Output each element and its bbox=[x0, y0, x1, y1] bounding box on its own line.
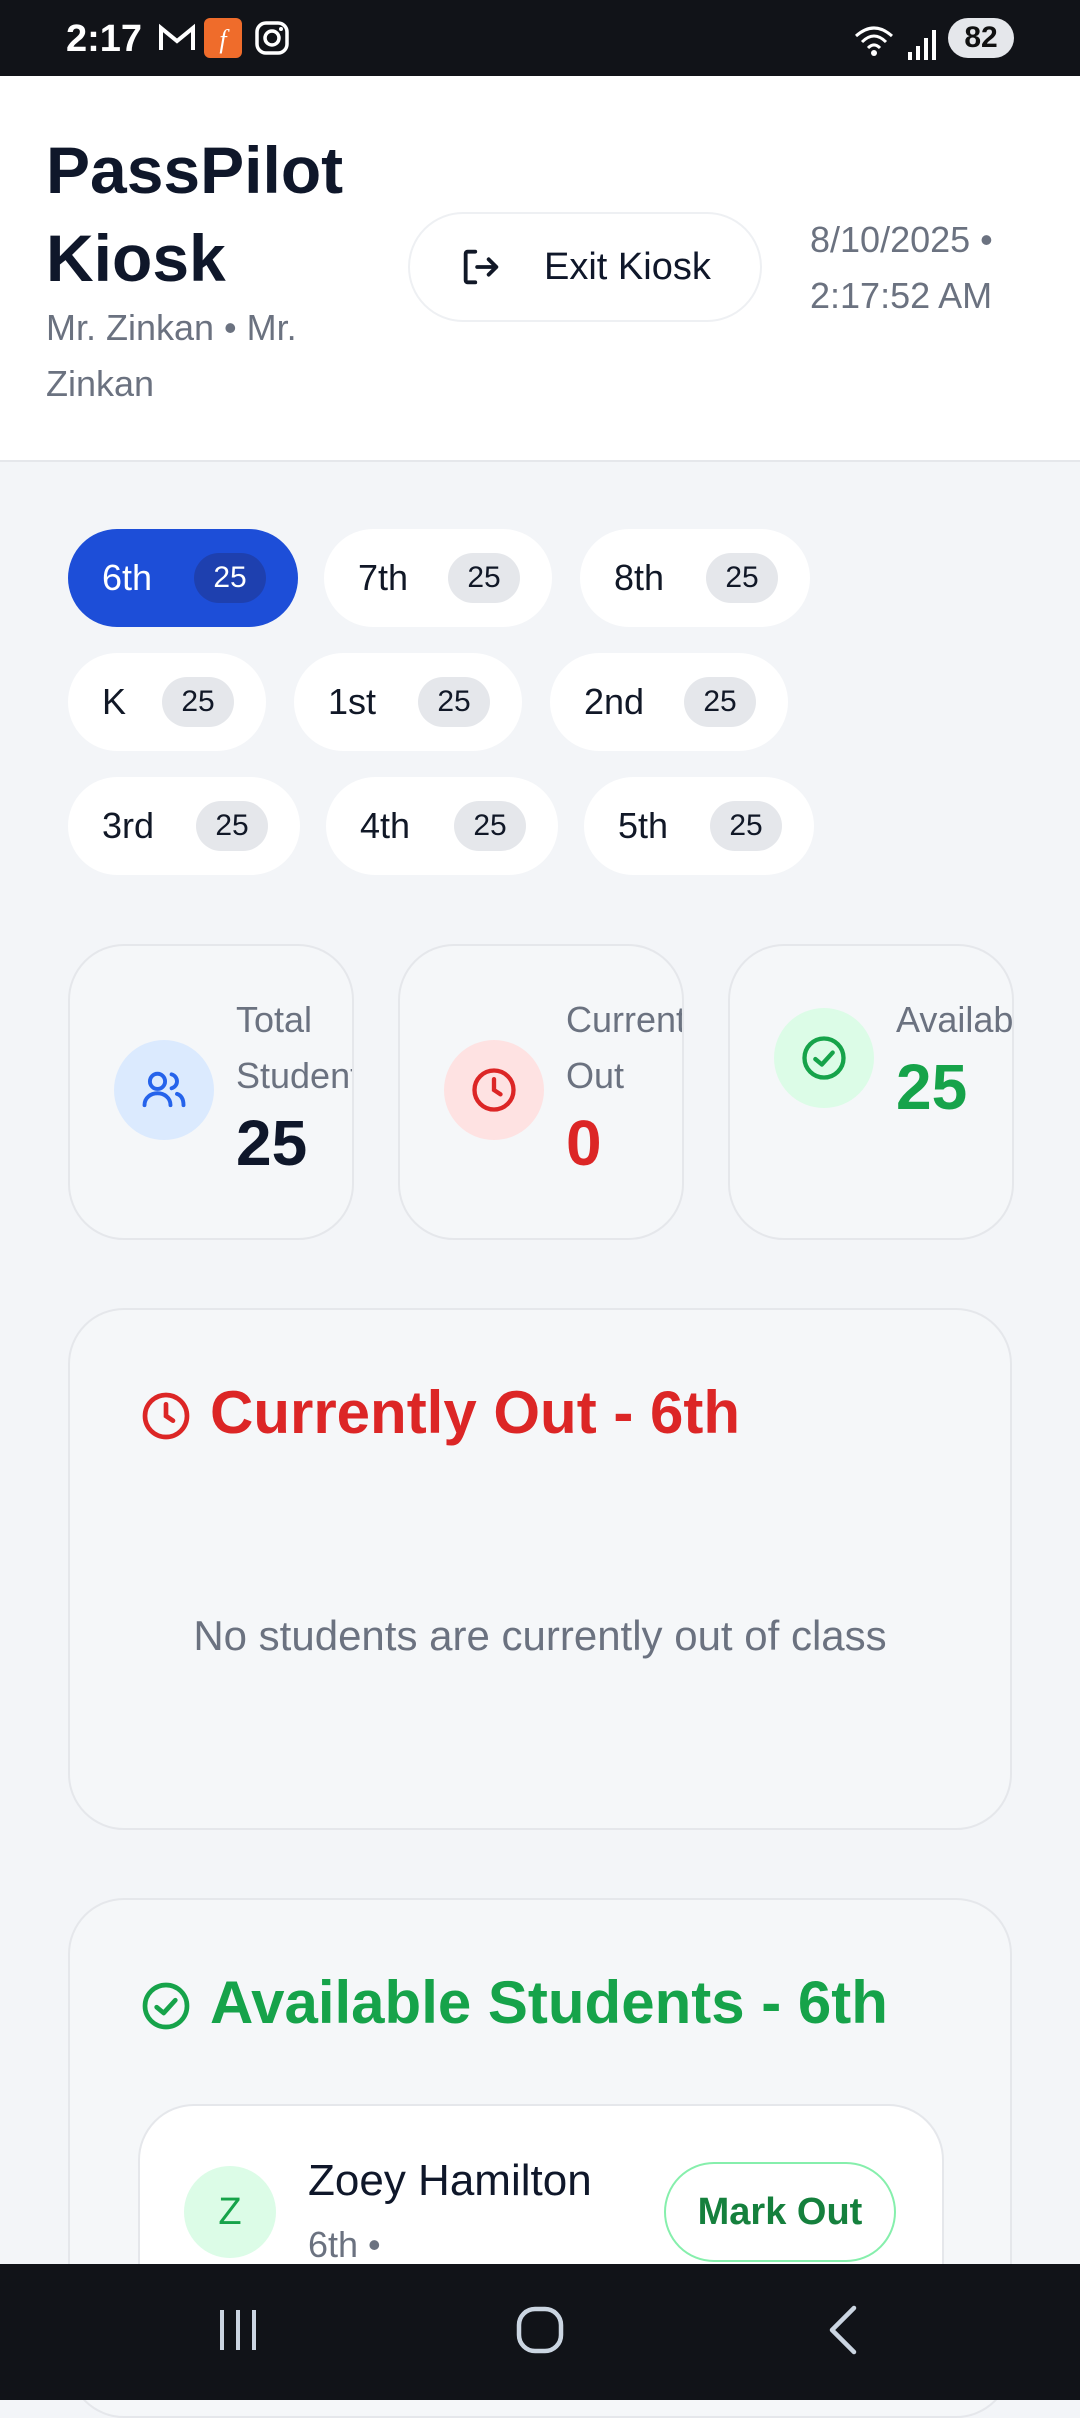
grade-label: 3rd bbox=[102, 805, 155, 846]
status-bar: 2:17 f 82 bbox=[0, 0, 1080, 76]
exit-icon bbox=[463, 249, 499, 285]
grade-label: 7th bbox=[358, 557, 409, 598]
home-icon[interactable] bbox=[514, 2304, 566, 2356]
battery-indicator: 82 bbox=[948, 18, 1014, 58]
back-icon[interactable] bbox=[822, 2304, 866, 2356]
grade-chip-8th[interactable]: 8th 25 bbox=[580, 529, 810, 627]
app-header: PassPilot Kiosk Mr. Zinkan • Mr. Zinkan … bbox=[0, 76, 1080, 462]
stat-label: Total Students bbox=[236, 999, 352, 1096]
avatar: Z bbox=[184, 2166, 276, 2258]
grade-chip-3rd[interactable]: 3rd 25 bbox=[68, 777, 300, 875]
grade-label: 1st bbox=[328, 681, 377, 722]
recent-apps-icon[interactable] bbox=[214, 2304, 264, 2356]
system-nav-bar bbox=[0, 2264, 1080, 2400]
clock-icon bbox=[472, 1068, 516, 1112]
grade-count: 25 bbox=[710, 801, 782, 851]
grade-count: 25 bbox=[684, 677, 756, 727]
stat-currently-out: Currently Out 0 bbox=[398, 944, 684, 1240]
grade-label: 5th bbox=[618, 805, 669, 846]
gmail-icon bbox=[159, 23, 195, 50]
stat-label: Available bbox=[896, 999, 1014, 1040]
check-circle-icon bbox=[802, 1036, 846, 1080]
grade-count: 25 bbox=[196, 801, 268, 851]
stat-total-students: Total Students 25 bbox=[68, 944, 354, 1240]
stat-available: Available 25 bbox=[728, 944, 1014, 1240]
student-name: Zoey Hamilton bbox=[308, 2156, 592, 2205]
exit-kiosk-button[interactable]: Exit Kiosk bbox=[408, 212, 762, 322]
app-f-icon: f bbox=[204, 18, 242, 58]
grade-count: 25 bbox=[706, 553, 778, 603]
wifi-icon bbox=[855, 26, 893, 56]
grade-chip-k[interactable]: K 25 bbox=[68, 653, 266, 751]
check-circle-icon bbox=[142, 1982, 190, 2030]
datetime: 8/10/2025 • 2:17:52 AM bbox=[810, 212, 1060, 324]
currently-out-panel: Currently Out - 6th No students are curr… bbox=[68, 1308, 1012, 1830]
grade-count: 25 bbox=[162, 677, 234, 727]
instagram-icon bbox=[255, 21, 289, 55]
grade-count: 25 bbox=[418, 677, 490, 727]
grade-chip-7th[interactable]: 7th 25 bbox=[324, 529, 552, 627]
grade-count: 25 bbox=[454, 801, 526, 851]
currently-out-title: Currently Out - 6th bbox=[210, 1379, 741, 1446]
grade-chip-1st[interactable]: 1st 25 bbox=[294, 653, 522, 751]
time-text: 2:17:52 AM bbox=[810, 275, 993, 316]
page-title: PassPilot Kiosk bbox=[46, 126, 376, 302]
grade-label: 4th bbox=[360, 805, 411, 846]
stat-value: 0 bbox=[566, 1107, 602, 1179]
grade-chip-4th[interactable]: 4th 25 bbox=[326, 777, 558, 875]
grade-chip-2nd[interactable]: 2nd 25 bbox=[550, 653, 788, 751]
grade-label: 8th bbox=[614, 557, 665, 598]
teacher-name: Mr. Zinkan • Mr. Zinkan bbox=[46, 307, 297, 404]
empty-state-message: No students are currently out of class bbox=[193, 1612, 887, 1659]
exit-kiosk-label: Exit Kiosk bbox=[544, 245, 711, 288]
title-line-1: PassPilot bbox=[46, 133, 344, 207]
stat-value: 25 bbox=[236, 1107, 308, 1179]
grade-label: 2nd bbox=[584, 681, 645, 722]
check-icon-badge bbox=[774, 1008, 874, 1108]
stat-label: Currently Out bbox=[566, 999, 682, 1096]
grade-chip-5th[interactable]: 5th 25 bbox=[584, 777, 814, 875]
clock-icon bbox=[142, 1392, 190, 1440]
users-icon bbox=[142, 1071, 186, 1108]
grade-chip-6th[interactable]: 6th 25 bbox=[68, 529, 298, 627]
stat-value: 25 bbox=[896, 1051, 968, 1123]
users-icon-badge bbox=[114, 1040, 214, 1140]
grade-count: 25 bbox=[194, 553, 266, 603]
date-text: 8/10/2025 • bbox=[810, 219, 993, 260]
clock-icon-badge bbox=[444, 1040, 544, 1140]
grade-count: 25 bbox=[448, 553, 520, 603]
signal-icon bbox=[908, 30, 936, 60]
status-time: 2:17 bbox=[66, 18, 143, 60]
title-line-2: Kiosk bbox=[46, 221, 226, 295]
grade-label: K bbox=[102, 681, 127, 722]
available-students-title: Available Students - 6th bbox=[210, 1969, 888, 2036]
student-grade: 6th • bbox=[308, 2224, 381, 2265]
mark-out-button[interactable]: Mark Out bbox=[664, 2162, 896, 2262]
grade-label: 6th bbox=[102, 557, 153, 598]
